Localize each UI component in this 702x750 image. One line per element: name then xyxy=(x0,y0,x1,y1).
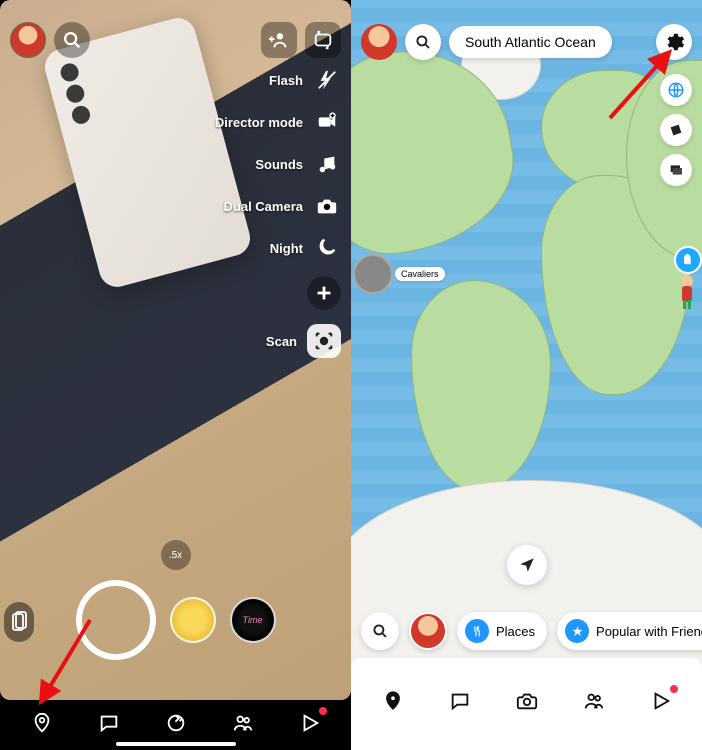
globe-button[interactable] xyxy=(660,74,692,106)
nav-spotlight[interactable] xyxy=(296,709,324,737)
flash-tool[interactable]: Flash xyxy=(269,66,341,94)
add-friend-button[interactable] xyxy=(261,22,297,58)
play-icon xyxy=(650,690,672,712)
places-button[interactable]: Places xyxy=(457,612,547,650)
search-icon xyxy=(61,29,83,51)
globe-icon xyxy=(667,81,685,99)
search-icon xyxy=(371,622,389,640)
home-indicator[interactable] xyxy=(116,742,236,746)
gear-icon xyxy=(663,31,685,53)
notification-dot xyxy=(319,707,327,715)
reload-icon xyxy=(165,712,187,734)
places-avatar-button[interactable] xyxy=(409,612,447,650)
nav-chat[interactable] xyxy=(95,709,123,737)
director-label: Director mode xyxy=(215,115,303,130)
search-button[interactable] xyxy=(54,22,90,58)
layers-icon xyxy=(668,162,684,178)
map-search-button[interactable] xyxy=(405,24,441,60)
flip-camera-button[interactable] xyxy=(305,22,341,58)
nav-map[interactable] xyxy=(379,687,407,715)
nav-map[interactable] xyxy=(28,709,56,737)
more-tools-button[interactable] xyxy=(307,276,341,310)
sounds-label: Sounds xyxy=(255,157,303,172)
dual-camera-label: Dual Camera xyxy=(224,199,303,214)
play-icon xyxy=(299,712,321,734)
story-cavaliers[interactable]: Cavaliers xyxy=(353,254,445,294)
nav-camera[interactable] xyxy=(162,709,190,737)
popular-button[interactable]: Popular with Friends xyxy=(557,612,702,650)
star-icon xyxy=(565,619,589,643)
story-label: Cavaliers xyxy=(395,267,445,281)
lens-option-1[interactable] xyxy=(170,597,216,643)
search-icon xyxy=(414,33,432,51)
bitmoji-pin[interactable] xyxy=(676,274,698,310)
ghost-story[interactable] xyxy=(674,246,702,274)
layers-button[interactable] xyxy=(660,154,692,186)
lens-option-2[interactable]: Time xyxy=(230,597,276,643)
chat-icon xyxy=(98,712,120,734)
friends-icon xyxy=(232,712,254,734)
plus-icon xyxy=(313,282,335,304)
flip-camera-icon xyxy=(312,29,334,51)
nav-stories[interactable] xyxy=(580,687,608,715)
camera-screen: Flash Director mode Sounds Dual Camera N… xyxy=(0,0,351,750)
moon-icon xyxy=(313,234,341,262)
camera-icon xyxy=(313,192,341,220)
avatar-icon xyxy=(411,614,445,648)
map-pin-icon xyxy=(31,712,53,734)
music-icon xyxy=(313,150,341,178)
places-search-button[interactable] xyxy=(361,612,399,650)
map-top-bar: South Atlantic Ocean xyxy=(361,24,692,60)
sounds-tool[interactable]: Sounds xyxy=(255,150,341,178)
profile-avatar[interactable] xyxy=(361,24,397,60)
chat-icon xyxy=(449,690,471,712)
scan-label: Scan xyxy=(266,334,297,349)
night-label: Night xyxy=(270,241,303,256)
map-side-tools xyxy=(660,74,692,186)
capture-row: Time xyxy=(0,580,351,660)
nav-camera[interactable] xyxy=(513,687,541,715)
shutter-button[interactable] xyxy=(76,580,156,660)
friends-icon xyxy=(583,690,605,712)
camera-top-bar xyxy=(10,22,341,58)
scan-icon xyxy=(307,324,341,358)
zoom-level[interactable]: .5x xyxy=(161,540,191,570)
ghost-icon xyxy=(674,246,702,274)
map-pin-icon xyxy=(382,690,404,712)
flash-icon xyxy=(313,66,341,94)
ticket-button[interactable] xyxy=(660,114,692,146)
map-settings-button[interactable] xyxy=(656,24,692,60)
camera-tools: Flash Director mode Sounds Dual Camera N… xyxy=(215,66,341,358)
places-row: Places Popular with Friends xyxy=(361,612,692,650)
flash-label: Flash xyxy=(269,73,303,88)
add-friend-icon xyxy=(268,29,290,51)
profile-avatar[interactable] xyxy=(10,22,46,58)
scan-tool[interactable]: Scan xyxy=(266,324,341,358)
places-label: Places xyxy=(496,624,535,639)
fork-knife-icon xyxy=(465,619,489,643)
location-pill[interactable]: South Atlantic Ocean xyxy=(449,26,612,58)
location-arrow-icon xyxy=(518,556,536,574)
nav-stories[interactable] xyxy=(229,709,257,737)
map-screen: South Atlantic Ocean Cavaliers xyxy=(351,0,702,750)
dual-camera-tool[interactable]: Dual Camera xyxy=(224,192,341,220)
popular-label: Popular with Friends xyxy=(596,624,702,639)
nav-chat[interactable] xyxy=(446,687,474,715)
nav-spotlight[interactable] xyxy=(647,687,675,715)
story-thumbnail xyxy=(353,254,393,294)
ticket-icon xyxy=(668,122,684,138)
night-tool[interactable]: Night xyxy=(270,234,341,262)
director-tool[interactable]: Director mode xyxy=(215,108,341,136)
recenter-button[interactable] xyxy=(507,545,547,585)
director-icon xyxy=(313,108,341,136)
camera-nav-icon xyxy=(516,690,538,712)
notification-dot xyxy=(670,685,678,693)
bottom-nav xyxy=(351,673,702,728)
